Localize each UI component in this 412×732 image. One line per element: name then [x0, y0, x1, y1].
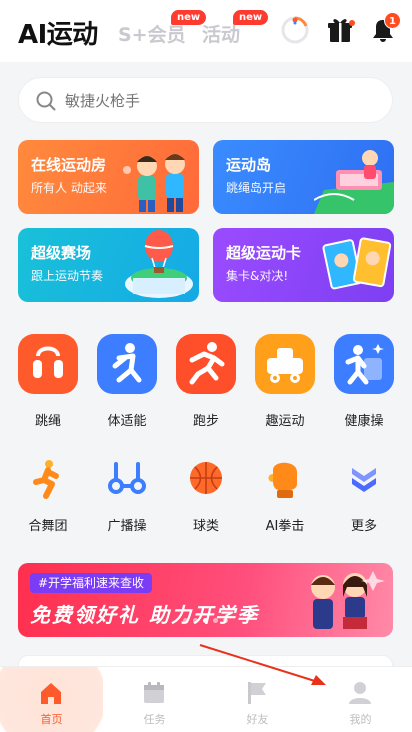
grid-label: 趣运动: [265, 414, 305, 429]
nav-tasks[interactable]: 任务: [103, 667, 206, 732]
banner-tag: #开学福利速来查收: [30, 573, 153, 593]
dance-icon[interactable]: [18, 448, 78, 508]
notification-count-badge: 1: [384, 12, 401, 29]
grid-label: 合舞团: [28, 519, 68, 534]
card-super-sports-card[interactable]: 超级运动卡 集卡&对决!: [213, 228, 394, 302]
card-subtitle: 跳绳岛开启: [226, 181, 287, 195]
dumbbell-icon[interactable]: [97, 448, 157, 508]
more-chevron-icon[interactable]: [334, 448, 394, 508]
carousel-dot[interactable]: [193, 618, 198, 623]
search-bar[interactable]: [18, 77, 393, 124]
gift-icon[interactable]: [325, 14, 357, 46]
card-title: 运动岛: [226, 156, 272, 174]
nav-friends[interactable]: 好友: [206, 667, 309, 732]
two-kids-illustration: [123, 154, 185, 212]
calendar-icon: [141, 680, 167, 710]
nav-profile[interactable]: 我的: [309, 667, 412, 732]
nav-label: 好友: [246, 713, 269, 726]
card-online-sports-room[interactable]: 在线运动房 所有人 动起来: [18, 140, 199, 214]
grid-label: 健康操: [344, 414, 384, 429]
nav-label: 任务: [143, 713, 166, 726]
card-sports-island[interactable]: 运动岛 跳绳岛开启: [213, 140, 394, 214]
new-badge: new: [233, 10, 269, 25]
sport-ring-icon[interactable]: [279, 14, 311, 46]
promo-banner[interactable]: #开学福利速来查收 免费领好礼 助力开学季: [18, 563, 393, 637]
nav-label: 首页: [40, 713, 63, 726]
banner-title: 免费领好礼 助力开学季: [30, 603, 259, 627]
grid-label: 广播操: [107, 519, 147, 534]
nav-label: 我的: [349, 713, 372, 726]
aerobics-icon[interactable]: [334, 334, 394, 394]
card-subtitle: 跟上运动节奏: [31, 269, 104, 283]
grid-label: 更多: [350, 519, 377, 534]
fitness-icon[interactable]: [97, 334, 157, 394]
basketball-icon[interactable]: [176, 448, 236, 508]
carousel-dot[interactable]: [183, 618, 188, 623]
island-illustration: [314, 150, 394, 214]
card-title: 在线运动房: [31, 156, 107, 174]
students-illustration: [311, 571, 385, 629]
bottom-navigation: 首页 任务 好友 我的: [0, 666, 412, 732]
grid-label: AI拳击: [265, 519, 305, 534]
card-subtitle: 集卡&对决!: [226, 269, 289, 283]
card-title: 超级运动卡: [226, 244, 302, 262]
tab-ai-sports[interactable]: AI运动: [18, 14, 98, 51]
grid-label: 球类: [192, 519, 219, 534]
running-icon[interactable]: [176, 334, 236, 394]
grid-label: 跳绳: [34, 414, 61, 429]
boxing-glove-icon[interactable]: [255, 448, 315, 508]
nav-home[interactable]: 首页: [0, 667, 103, 732]
home-icon: [38, 680, 64, 710]
grid-label: 体适能: [107, 414, 147, 429]
fun-sport-icon[interactable]: [255, 334, 315, 394]
profile-icon: [347, 680, 373, 710]
new-badge: new: [171, 10, 207, 25]
carousel-dot-active[interactable]: [203, 618, 208, 623]
trading-cards-illustration: [322, 237, 392, 290]
balloon-stadium-illustration: [125, 230, 193, 298]
search-input[interactable]: [65, 78, 375, 124]
carousel-dot[interactable]: [213, 618, 218, 623]
carousel-dots: [183, 618, 228, 623]
flag-icon: [244, 680, 270, 710]
top-header: AI运动 S+会员 new 活动 new 1: [0, 0, 412, 62]
carousel-dot[interactable]: [223, 618, 228, 623]
card-subtitle: 所有人 动起来: [31, 181, 107, 195]
card-title: 超级赛场: [31, 244, 92, 262]
grid-label: 跑步: [192, 414, 219, 429]
card-super-arena[interactable]: 超级赛场 跟上运动节奏: [18, 228, 199, 302]
jump-rope-icon[interactable]: [18, 334, 78, 394]
search-icon: [35, 90, 57, 116]
